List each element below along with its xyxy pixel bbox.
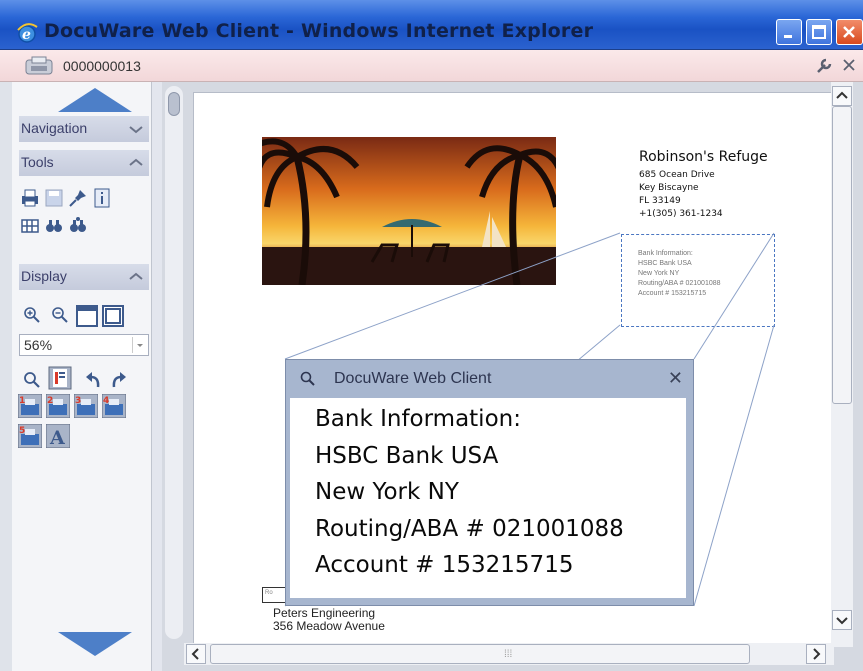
svg-text:A: A	[49, 427, 65, 448]
magnified-region: Bank Information: HSBC Bank USA New York…	[621, 234, 775, 327]
chevron-down-icon	[836, 617, 848, 625]
minimize-icon	[784, 35, 792, 38]
stamp-5-icon[interactable]: 5	[18, 424, 42, 448]
letterhead: Robinson's Refuge 685 Ocean Drive Key Bi…	[639, 149, 768, 221]
scroll-up-arrow-icon[interactable]	[58, 86, 132, 112]
section-header-navigation[interactable]: Navigation	[19, 116, 149, 142]
svg-text:5: 5	[19, 426, 25, 436]
stamp-3-icon[interactable]: 3	[74, 394, 98, 418]
address-line: FL 33149	[639, 196, 681, 206]
maximize-icon	[812, 25, 826, 39]
scroll-right-button[interactable]	[806, 644, 826, 664]
section-label: Display	[21, 268, 67, 284]
pin-icon[interactable]	[68, 188, 88, 208]
section-header-display[interactable]: Display	[19, 264, 149, 290]
title-bar: e DocuWare Web Client - Windows Internet…	[0, 0, 863, 50]
section-header-tools[interactable]: Tools	[19, 150, 149, 176]
wrench-icon[interactable]	[815, 57, 833, 75]
sidebar: Navigation Tools Display 56% 1 2 3 4 5 A	[12, 82, 152, 671]
close-icon	[843, 26, 855, 38]
scroll-thumb[interactable]: ⁞⁞⁞	[210, 644, 750, 664]
save-icon[interactable]	[44, 188, 64, 208]
document-id-bar: 0000000013	[0, 50, 863, 82]
fit-page-icon[interactable]	[102, 305, 124, 327]
bank-line: New York NY	[638, 270, 680, 277]
close-window-button[interactable]	[836, 19, 863, 45]
address-line: Key Biscayne	[639, 183, 699, 193]
document-type-icon	[25, 56, 53, 75]
grip-icon: ⁞⁞⁞	[504, 649, 513, 660]
address-line: 685 Ocean Drive	[639, 170, 715, 180]
scroll-down-arrow-icon[interactable]	[58, 632, 132, 658]
zoom-in-icon[interactable]	[22, 305, 42, 325]
scroll-down-button[interactable]	[832, 610, 852, 630]
scroll-thumb[interactable]	[168, 92, 180, 116]
find-icon[interactable]	[44, 216, 64, 236]
info-icon[interactable]	[92, 188, 112, 208]
bank-line: Bank Information:	[638, 250, 693, 257]
magnifier-icon[interactable]	[22, 370, 42, 390]
magnified-line: Routing/ABA # 021001088	[315, 515, 624, 542]
thumbnail-scrollbar[interactable]	[165, 86, 183, 639]
beach-image	[262, 137, 556, 285]
svg-text:1: 1	[19, 396, 25, 406]
minimize-button[interactable]	[776, 19, 802, 45]
magnifier-title: DocuWare Web Client	[334, 370, 492, 387]
stamp-4-icon[interactable]: 4	[102, 394, 126, 418]
rotate-right-icon[interactable]	[108, 370, 128, 390]
company-name: Robinson's Refuge	[639, 149, 768, 165]
thumbnail-view-icon[interactable]	[48, 366, 72, 390]
document-id: 0000000013	[63, 58, 141, 74]
vertical-scrollbar[interactable]	[831, 82, 853, 647]
stamp-2-icon[interactable]: 2	[46, 394, 70, 418]
chevron-right-icon	[813, 648, 821, 660]
close-document-icon[interactable]	[842, 57, 856, 73]
window-title: DocuWare Web Client - Windows Internet E…	[44, 20, 594, 42]
magnified-line: New York NY	[315, 479, 459, 505]
horizontal-scrollbar[interactable]: ⁞⁞⁞	[184, 643, 834, 665]
bank-line: Account # 153215715	[638, 290, 707, 297]
magnified-line: Account # 153215715	[315, 552, 574, 578]
app-window: e DocuWare Web Client - Windows Internet…	[0, 0, 863, 671]
text-annotation-icon[interactable]: A	[46, 424, 70, 448]
magnified-line: HSBC Bank USA	[315, 442, 499, 469]
internet-explorer-icon: e	[17, 23, 38, 43]
grid-icon[interactable]	[20, 216, 40, 236]
svg-text:e: e	[22, 27, 31, 43]
chevron-up-icon	[129, 272, 143, 280]
chevron-down-icon	[129, 126, 143, 134]
dropdown-arrow-icon	[132, 337, 146, 353]
scroll-up-button[interactable]	[832, 86, 852, 106]
svg-text:3: 3	[75, 396, 81, 406]
phone-line: +1(305) 361-1234	[639, 209, 723, 219]
maximize-button[interactable]	[806, 19, 832, 45]
section-label: Navigation	[21, 120, 88, 136]
chevron-up-icon	[129, 158, 143, 166]
section-label: Tools	[21, 154, 54, 170]
panel-splitter[interactable]	[152, 82, 162, 671]
stamp-1-icon[interactable]: 1	[18, 394, 42, 418]
scroll-thumb[interactable]	[832, 106, 852, 404]
zoom-select[interactable]: 56%	[19, 334, 149, 356]
svg-text:2: 2	[47, 396, 53, 406]
svg-text:4: 4	[103, 396, 109, 406]
magnifier-close-button[interactable]: ✕	[668, 368, 683, 389]
zoom-value: 56%	[24, 337, 53, 353]
scroll-left-button[interactable]	[186, 644, 206, 664]
recipient-address: Peters Engineering 356 Meadow Avenue	[273, 607, 385, 633]
fit-width-icon[interactable]	[76, 305, 98, 327]
rotate-left-icon[interactable]	[84, 370, 104, 390]
magnified-line: Bank Information:	[315, 406, 521, 432]
zoom-out-icon[interactable]	[50, 305, 70, 325]
bank-line: Routing/ABA # 021001088	[638, 280, 721, 287]
chevron-up-icon	[836, 91, 848, 99]
recipient-line: 356 Meadow Avenue	[273, 619, 385, 633]
find-next-icon[interactable]	[68, 216, 88, 236]
magnifier-window: DocuWare Web Client ✕ Bank Information: …	[285, 359, 694, 606]
bank-line: HSBC Bank USA	[638, 260, 692, 267]
print-icon[interactable]	[20, 188, 40, 208]
magnifier-content: Bank Information: HSBC Bank USA New York…	[290, 398, 686, 598]
chevron-left-icon	[191, 648, 199, 660]
